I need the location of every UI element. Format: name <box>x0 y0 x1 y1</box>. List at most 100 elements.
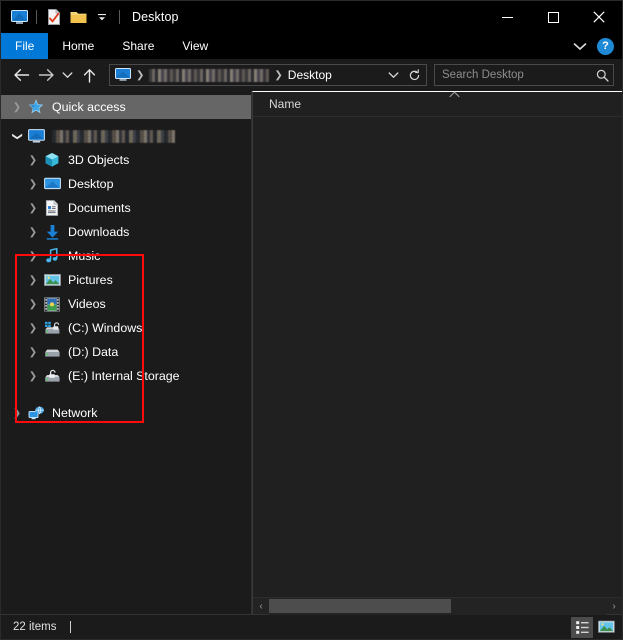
recent-locations-icon[interactable] <box>59 63 76 87</box>
sidebar-item-label: Music <box>68 249 101 263</box>
customize-qat-icon[interactable] <box>91 6 113 28</box>
sidebar-item-quick-access[interactable]: ❯ Quick access <box>1 95 251 119</box>
chevron-right-icon[interactable]: ❯ <box>23 251 43 262</box>
status-bar: 22 items <box>1 614 622 639</box>
sidebar-item-drive-d[interactable]: ❯ (D:) Data <box>1 340 251 364</box>
tab-view[interactable]: View <box>168 33 222 59</box>
breadcrumb-separator-2[interactable]: ❯ <box>269 70 287 81</box>
sidebar-item-3d-objects[interactable]: ❯ 3D Objects <box>1 148 251 172</box>
sidebar-item-music[interactable]: ❯ Music <box>1 244 251 268</box>
breadcrumb-separator-1[interactable]: ❯ <box>131 70 149 81</box>
horizontal-scrollbar[interactable]: ‹ › <box>253 597 622 615</box>
sidebar-item-label: Network <box>52 406 98 420</box>
sidebar-item-label: Desktop <box>68 177 114 191</box>
sidebar-item-pictures[interactable]: ❯ Pictures <box>1 268 251 292</box>
explorer-icon[interactable] <box>8 6 30 28</box>
address-bar-actions <box>384 65 424 85</box>
chevron-right-icon[interactable]: ❯ <box>23 179 43 190</box>
this-pc-icon[interactable] <box>115 68 131 82</box>
sidebar-item-desktop[interactable]: ❯ Desktop <box>1 172 251 196</box>
sidebar-item-drive-e[interactable]: ❯ (E:) Internal Storage <box>1 364 251 388</box>
search-box[interactable] <box>434 64 614 86</box>
sidebar-item-network[interactable]: ❯ Network <box>1 401 251 425</box>
chevron-right-icon[interactable]: ❯ <box>23 323 43 334</box>
maximize-button[interactable] <box>530 1 576 33</box>
sidebar-item-label: (C:) Windows <box>68 321 143 335</box>
refresh-icon[interactable] <box>405 65 424 85</box>
breadcrumb-current[interactable]: Desktop <box>288 68 332 82</box>
qat-separator-2 <box>119 10 120 24</box>
search-icon[interactable] <box>596 69 609 82</box>
back-icon[interactable] <box>9 63 33 87</box>
chevron-right-icon[interactable]: ❯ <box>23 155 43 166</box>
sidebar-item-documents[interactable]: ❯ Documents <box>1 196 251 220</box>
documents-icon <box>43 200 61 217</box>
ribbon-right-controls: ? <box>573 33 618 59</box>
this-pc-icon <box>27 128 45 145</box>
sidebar-item-videos[interactable]: ❯ Videos <box>1 292 251 316</box>
status-divider <box>70 621 72 633</box>
tab-share[interactable]: Share <box>108 33 168 59</box>
sidebar-item-label: Documents <box>68 201 131 215</box>
sidebar-item-downloads[interactable]: ❯ Downloads <box>1 220 251 244</box>
sidebar-item-label: 3D Objects <box>68 153 130 167</box>
breadcrumb-redacted-segment[interactable] <box>149 68 270 82</box>
sidebar-item-this-pc[interactable]: ❯ <box>1 124 251 148</box>
desktop-icon <box>43 176 61 193</box>
chevron-right-icon[interactable]: ❯ <box>23 347 43 358</box>
qat-separator-1 <box>36 10 37 24</box>
address-dropdown-icon[interactable] <box>384 65 403 85</box>
ribbon-tab-bar: File Home Share View ? <box>1 33 622 59</box>
sidebar-item-label: Videos <box>68 297 106 311</box>
star-pin-icon <box>27 99 45 116</box>
chevron-right-icon[interactable]: ❯ <box>23 371 43 382</box>
chevron-right-icon[interactable]: ❯ <box>7 408 27 419</box>
network-icon <box>27 405 45 422</box>
sidebar-item-label: (D:) Data <box>68 345 119 359</box>
tab-file[interactable]: File <box>1 33 49 59</box>
sidebar-item-drive-c[interactable]: ❯ (C:) Windows <box>1 316 251 340</box>
downloads-icon <box>43 224 61 241</box>
scroll-right-button[interactable]: › <box>606 598 622 615</box>
file-list-pane[interactable]: Name ‹ › <box>252 91 622 615</box>
navigation-pane[interactable]: ❯ Quick access ❯ ❯ 3D Objects ❯ Desktop … <box>1 91 252 614</box>
drive-icon <box>43 344 61 361</box>
scrollbar-thumb[interactable] <box>269 598 451 613</box>
chevron-right-icon[interactable]: ❯ <box>23 275 43 286</box>
details-view-button[interactable] <box>571 616 593 638</box>
music-icon <box>43 248 61 265</box>
chevron-down-icon[interactable] <box>573 42 591 51</box>
scroll-left-button[interactable]: ‹ <box>253 598 269 615</box>
unlocked-drive-icon <box>43 368 61 385</box>
minimize-button[interactable] <box>484 1 530 33</box>
file-list[interactable] <box>253 117 622 597</box>
videos-icon <box>43 296 61 313</box>
chevron-down-icon[interactable]: ❯ <box>12 126 23 146</box>
new-folder-icon[interactable] <box>67 6 89 28</box>
sidebar-item-label: Downloads <box>68 225 130 239</box>
explorer-body: ❯ Quick access ❯ ❯ 3D Objects ❯ Desktop … <box>1 91 622 615</box>
chevron-right-icon[interactable]: ❯ <box>23 299 43 310</box>
column-header-name[interactable]: Name <box>253 97 301 111</box>
properties-icon[interactable] <box>43 6 65 28</box>
large-icons-view-button[interactable] <box>595 617 617 638</box>
scrollbar-track[interactable] <box>269 597 606 615</box>
sidebar-item-label: Quick access <box>52 100 126 114</box>
up-icon[interactable] <box>77 63 101 87</box>
pictures-icon <box>43 272 61 289</box>
tab-home[interactable]: Home <box>48 33 108 59</box>
forward-icon[interactable] <box>34 63 58 87</box>
chevron-right-icon[interactable]: ❯ <box>23 227 43 238</box>
help-icon[interactable]: ? <box>597 37 614 55</box>
title-bar: Desktop <box>1 1 622 33</box>
close-button[interactable] <box>576 1 622 33</box>
window-title: Desktop <box>132 10 179 24</box>
view-mode-buttons <box>571 616 617 638</box>
address-bar[interactable]: ❯ ❯ Desktop <box>109 64 427 86</box>
search-input[interactable] <box>442 69 596 81</box>
column-header-row: Name <box>253 91 622 117</box>
sidebar-item-label: (E:) Internal Storage <box>68 369 180 383</box>
chevron-right-icon[interactable]: ❯ <box>7 102 27 113</box>
sidebar-item-label: Pictures <box>68 273 113 287</box>
chevron-right-icon[interactable]: ❯ <box>23 203 43 214</box>
